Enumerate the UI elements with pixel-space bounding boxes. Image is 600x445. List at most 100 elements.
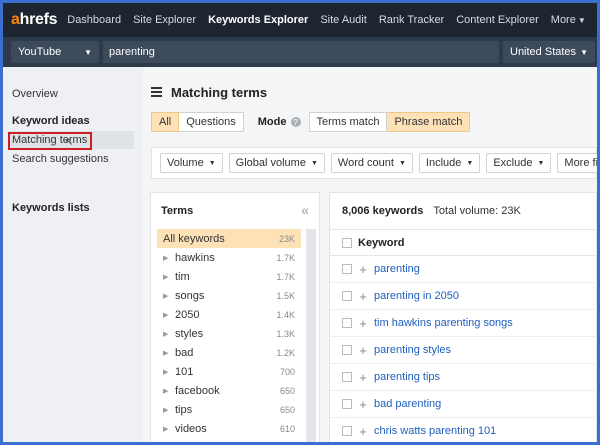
ahrefs-logo[interactable]: ahrefs	[11, 11, 58, 29]
mode-phrase-match[interactable]: Phrase match	[387, 112, 471, 132]
plus-icon[interactable]: +	[358, 424, 368, 439]
terms-panel: Terms « All keywords 23K ▶ hawkins 1.7K ▶…	[150, 192, 320, 442]
source-select[interactable]: YouTube ▼	[11, 41, 99, 63]
plus-icon[interactable]: +	[358, 343, 368, 358]
chevron-down-icon: ▼	[577, 16, 586, 25]
total-volume: Total volume: 23K	[433, 205, 521, 217]
row-checkbox[interactable]	[342, 426, 352, 436]
table-row: + chris watts parenting 101	[330, 418, 597, 442]
filter-exclude[interactable]: Exclude ▼	[486, 153, 552, 173]
expand-arrow-icon: ▶	[163, 387, 169, 395]
term-row-all-keywords[interactable]: All keywords 23K	[157, 229, 301, 248]
keywords-table-header: Keyword	[330, 229, 597, 256]
nav-keywords-explorer[interactable]: Keywords Explorer	[208, 14, 308, 26]
tab-all[interactable]: All	[151, 112, 180, 132]
row-checkbox[interactable]	[342, 372, 352, 382]
terms-scrollbar[interactable]	[306, 229, 316, 442]
annotation-highlight-box	[8, 132, 92, 150]
plus-icon[interactable]: +	[358, 316, 368, 331]
terms-title: Terms	[161, 205, 194, 217]
row-checkbox[interactable]	[342, 291, 352, 301]
chevron-down-icon: ▼	[537, 159, 545, 167]
expand-arrow-icon: ▶	[163, 330, 169, 338]
filter-volume[interactable]: Volume ▼	[160, 153, 223, 173]
sidebar-item-overview[interactable]: Overview	[12, 88, 58, 100]
expand-arrow-icon: ▶	[163, 368, 169, 376]
expand-arrow-icon: ▶	[163, 311, 169, 319]
expand-arrow-icon: ▶	[163, 254, 169, 262]
top-nav: ahrefs Dashboard Site Explorer Keywords …	[3, 3, 597, 37]
filters-bar: Volume ▼ Global volume ▼ Word count ▼ Inclu…	[151, 147, 597, 179]
menu-icon[interactable]	[151, 87, 162, 99]
row-checkbox[interactable]	[342, 345, 352, 355]
term-row[interactable]: ▶ styles 1.3K	[157, 324, 301, 343]
plus-icon[interactable]: +	[358, 397, 368, 412]
table-row: + parenting in 2050	[330, 283, 597, 310]
keyword-column-header[interactable]: Keyword	[358, 237, 404, 249]
nav-site-explorer[interactable]: Site Explorer	[133, 14, 196, 26]
help-icon[interactable]: ?	[290, 117, 301, 127]
sidebar-item-search-suggestions[interactable]: Search suggestions	[12, 153, 109, 165]
filter-global-volume[interactable]: Global volume ▼	[228, 153, 325, 173]
country-select[interactable]: United States ▼	[503, 41, 595, 63]
row-checkbox[interactable]	[342, 264, 352, 274]
filter-include[interactable]: Include ▼	[418, 153, 481, 173]
keyword-input[interactable]: parenting	[103, 41, 499, 63]
term-row[interactable]: ▶ tim 1.7K	[157, 267, 301, 286]
expand-arrow-icon: ▶	[163, 406, 169, 414]
search-bar: YouTube ▼ parenting United States ▼	[3, 37, 597, 67]
collapse-icon[interactable]: «	[301, 202, 309, 218]
mode-terms-match[interactable]: Terms match	[308, 112, 388, 132]
term-row[interactable]: ▶ 2050 1.4K	[157, 305, 301, 324]
keyword-link[interactable]: tim hawkins parenting songs	[374, 317, 513, 329]
nav-rank-tracker[interactable]: Rank Tracker	[379, 14, 444, 26]
sidebar-heading-keyword-ideas: Keyword ideas	[12, 115, 90, 127]
nav-content-explorer[interactable]: Content Explorer	[456, 14, 539, 26]
row-checkbox[interactable]	[342, 399, 352, 409]
plus-icon[interactable]: +	[358, 289, 368, 304]
select-all-checkbox[interactable]	[342, 237, 352, 248]
keyword-link[interactable]: parenting	[374, 263, 420, 275]
plus-icon[interactable]: +	[358, 262, 368, 277]
term-row[interactable]: ▶ videos 610	[157, 419, 301, 438]
cursor-icon: ↖	[65, 137, 74, 148]
main-content: Matching terms All Questions Mode ? Term…	[143, 67, 597, 442]
term-row[interactable]: ▶ hawkins 1.7K	[157, 248, 301, 267]
sidebar: Overview Keyword ideas Matching terms ↖ …	[3, 67, 143, 442]
chevron-down-icon: ▼	[208, 159, 216, 167]
table-row: + parenting	[330, 256, 597, 283]
app-window: ahrefs Dashboard Site Explorer Keywords …	[0, 0, 600, 445]
plus-icon[interactable]: +	[358, 370, 368, 385]
mode-label: Mode	[257, 116, 287, 128]
tab-questions[interactable]: Questions	[179, 112, 244, 132]
filter-word-count[interactable]: Word count ▼	[330, 153, 413, 173]
expand-arrow-icon: ▶	[163, 425, 169, 433]
term-row[interactable]: ▶ bad 1.2K	[157, 343, 301, 362]
chevron-down-icon: ▼	[580, 47, 588, 57]
sidebar-heading-keywords-lists[interactable]: Keywords lists	[12, 202, 90, 214]
keyword-link[interactable]: parenting tips	[374, 371, 440, 383]
page-title: Matching terms	[171, 85, 268, 100]
term-row[interactable]: ▶ 101 700	[157, 362, 301, 381]
table-row: + tim hawkins parenting songs	[330, 310, 597, 337]
term-row[interactable]: ▶ tips 650	[157, 400, 301, 419]
table-row: + bad parenting	[330, 391, 597, 418]
term-row[interactable]: ▶ facebook 650	[157, 381, 301, 400]
term-row[interactable]: ▶ songs 1.5K	[157, 286, 301, 305]
type-tabs: All Questions Mode ? Terms match Phrase …	[151, 112, 471, 132]
keyword-link[interactable]: chris watts parenting 101	[374, 425, 496, 437]
keywords-count: 8,006 keywords	[342, 205, 424, 217]
filter-more[interactable]: More filte	[557, 153, 597, 173]
nav-more[interactable]: More ▼	[551, 14, 586, 26]
expand-arrow-icon: ▶	[163, 273, 169, 281]
keywords-summary: 8,006 keywords Total volume: 23K	[342, 205, 521, 217]
table-row: + parenting tips	[330, 364, 597, 391]
keyword-link[interactable]: parenting in 2050	[374, 290, 459, 302]
keyword-link[interactable]: parenting styles	[374, 344, 451, 356]
chevron-down-icon: ▼	[310, 159, 318, 167]
nav-site-audit[interactable]: Site Audit	[320, 14, 366, 26]
keyword-link[interactable]: bad parenting	[374, 398, 441, 410]
row-checkbox[interactable]	[342, 318, 352, 328]
chevron-down-icon: ▼	[84, 47, 92, 57]
nav-dashboard[interactable]: Dashboard	[67, 14, 121, 26]
